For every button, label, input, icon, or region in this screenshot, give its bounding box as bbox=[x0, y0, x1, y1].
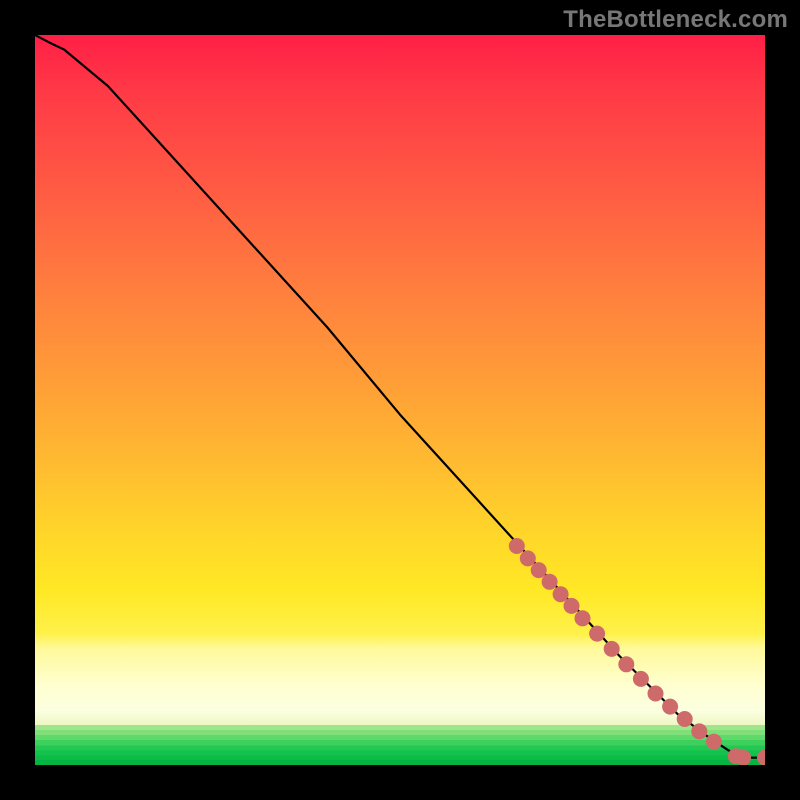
plot-area bbox=[35, 35, 765, 765]
marker-dot bbox=[553, 586, 569, 602]
marker-dot bbox=[589, 626, 605, 642]
marker-dot bbox=[604, 641, 620, 657]
marker-dot bbox=[520, 550, 536, 566]
bottleneck-curve-line bbox=[35, 35, 765, 758]
marker-dot bbox=[735, 750, 751, 765]
marker-dot bbox=[531, 562, 547, 578]
marker-dot bbox=[648, 686, 664, 702]
marker-dot bbox=[618, 656, 634, 672]
marker-dot bbox=[509, 538, 525, 554]
chart-frame: TheBottleneck.com bbox=[0, 0, 800, 800]
curve-markers bbox=[509, 538, 765, 765]
watermark-text: TheBottleneck.com bbox=[563, 6, 788, 34]
marker-dot bbox=[677, 711, 693, 727]
marker-dot bbox=[757, 750, 765, 765]
curve-layer bbox=[35, 35, 765, 765]
marker-dot bbox=[564, 598, 580, 614]
marker-dot bbox=[575, 610, 591, 626]
marker-dot bbox=[662, 699, 678, 715]
marker-dot bbox=[706, 734, 722, 750]
marker-dot bbox=[542, 574, 558, 590]
marker-dot bbox=[633, 671, 649, 687]
marker-dot bbox=[691, 723, 707, 739]
